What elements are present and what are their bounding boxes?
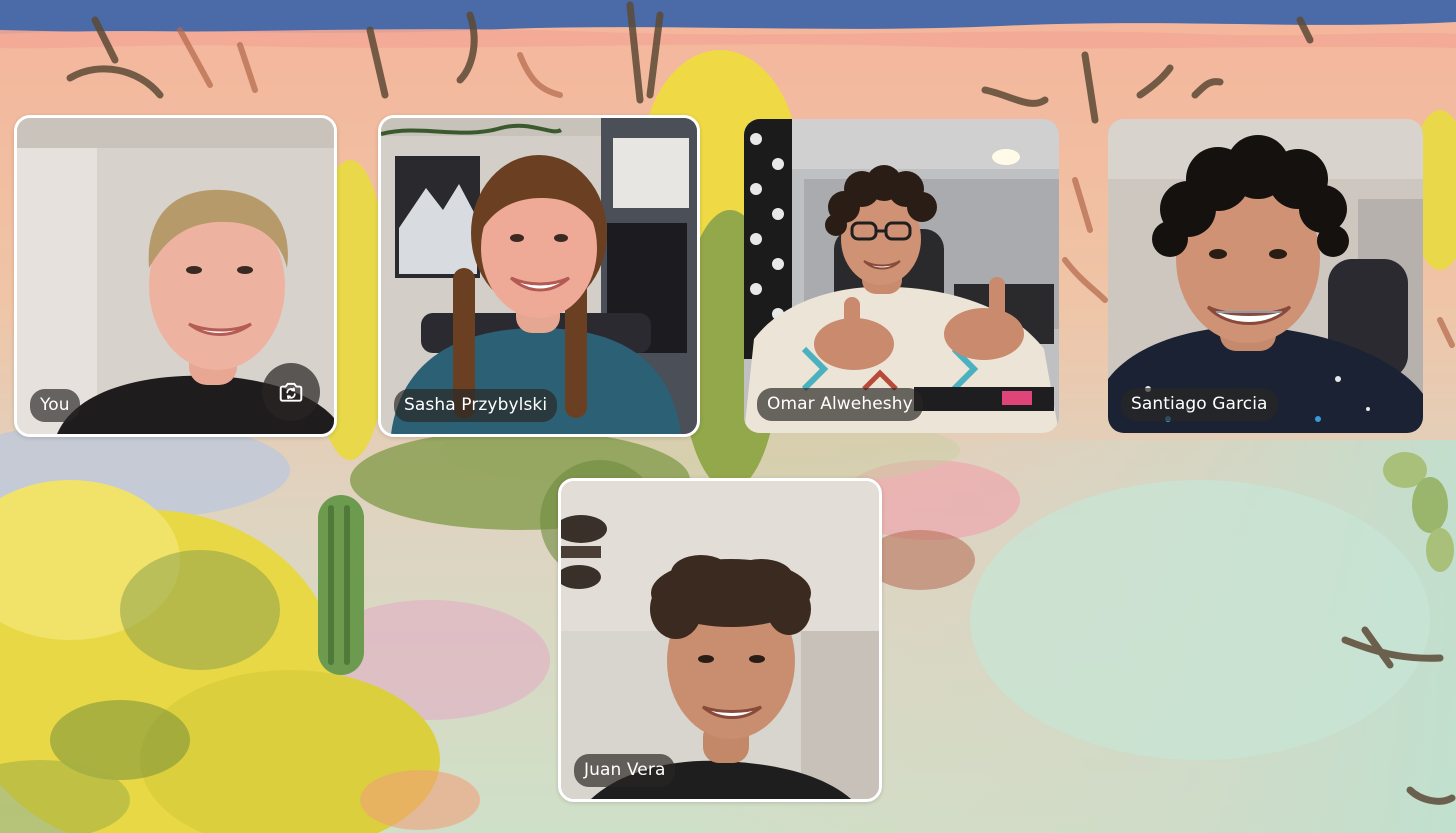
video-feed [744,119,1059,433]
video-tile-participant[interactable]: Juan Vera [558,478,882,802]
participant-name-label: Omar Alweheshy [757,388,923,421]
video-tile-participant[interactable]: Omar Alweheshy [744,119,1059,433]
video-feed [561,481,879,799]
participant-name-label: Juan Vera [574,754,676,787]
flip-camera-button[interactable] [262,363,320,421]
video-tile-participant[interactable]: Santiago Garcia [1108,119,1423,433]
video-tile-participant[interactable]: Sasha Przybylski [378,115,700,437]
participant-name-label: You [30,389,80,422]
video-feed [381,118,697,434]
participant-name-label: Sasha Przybylski [394,389,558,422]
video-feed [1108,119,1423,433]
video-tile-self[interactable]: You [14,115,337,437]
camera-flip-icon [278,379,304,405]
participant-name-label: Santiago Garcia [1121,388,1278,421]
